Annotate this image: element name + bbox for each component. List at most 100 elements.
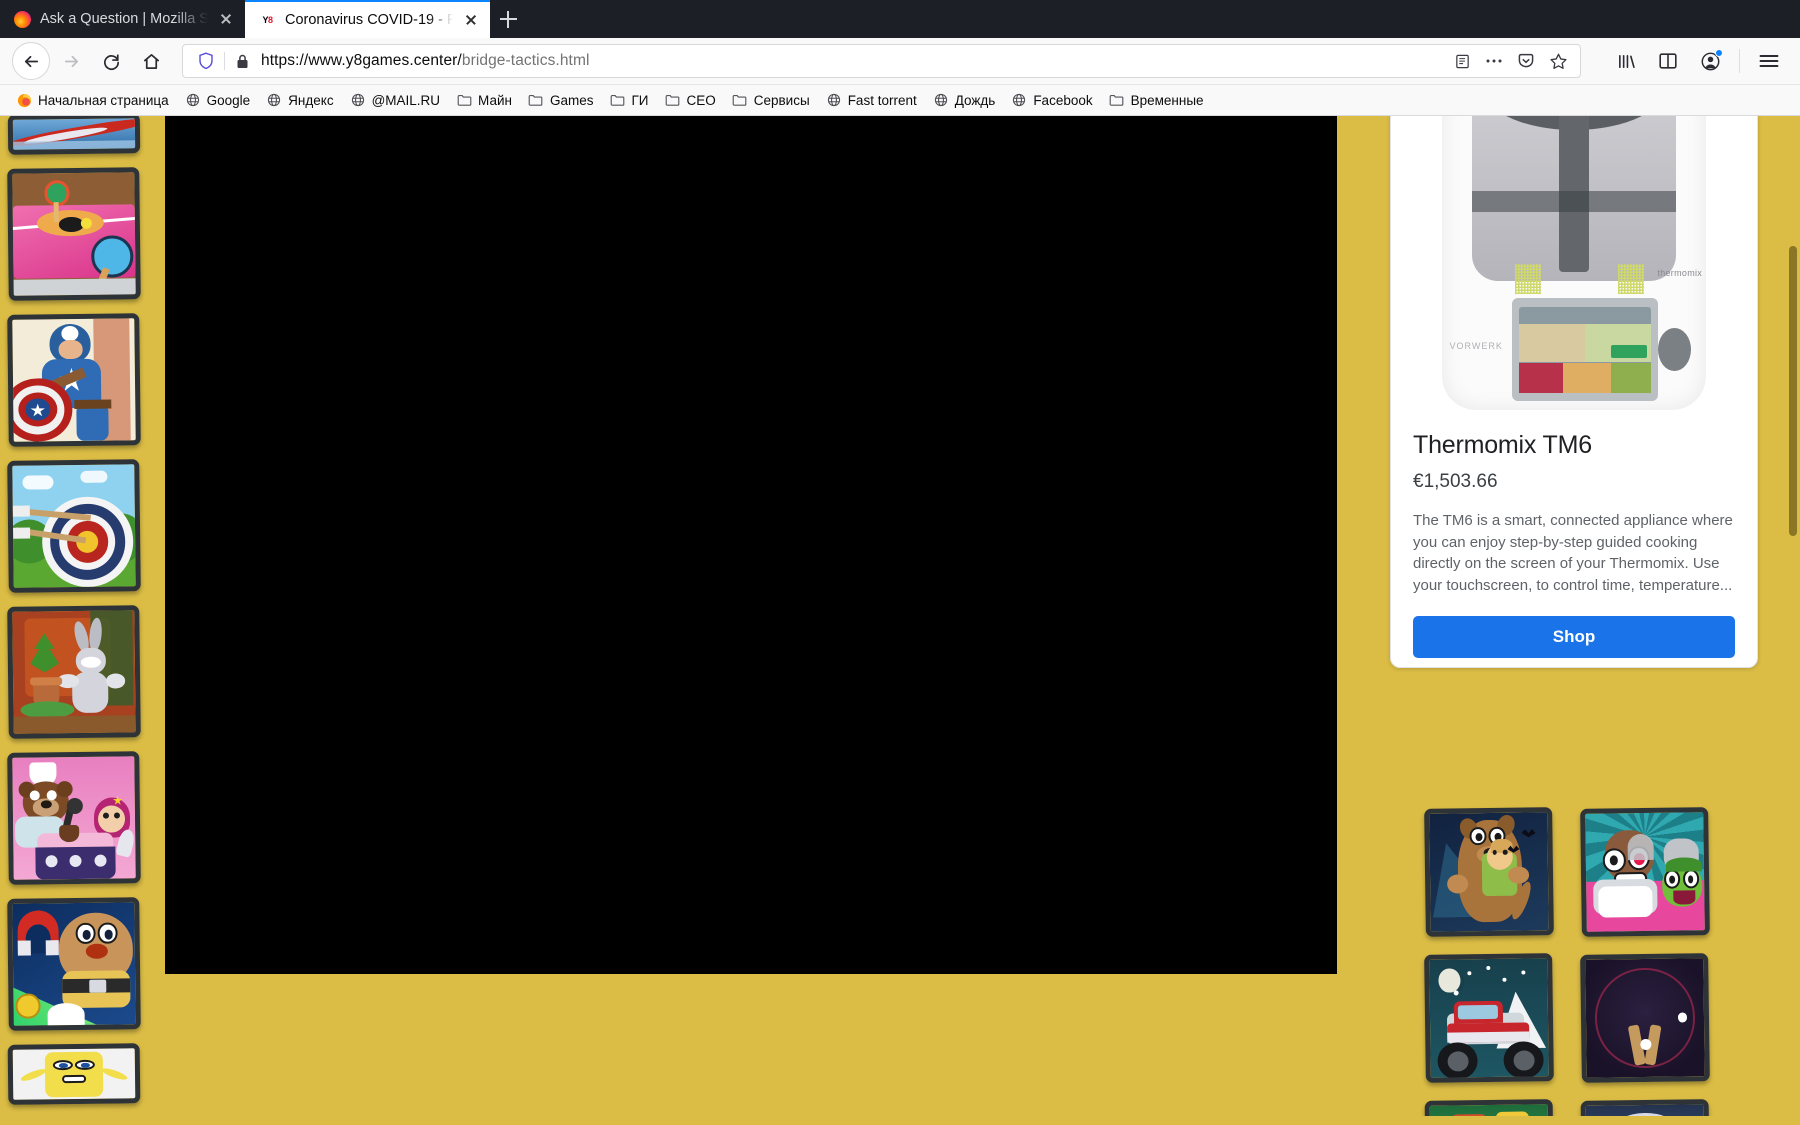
bookmark-label: CEO	[686, 92, 716, 108]
globe-icon	[933, 92, 949, 108]
back-button[interactable]	[12, 42, 50, 80]
product-image: thermomix VORWERK	[1391, 116, 1757, 427]
bookmark-item-yandex[interactable]: Яндекс	[258, 89, 341, 111]
bookmark-item-dozhd[interactable]: Дождь	[925, 89, 1004, 111]
bookmark-item-fast-torrent[interactable]: Fast torrent	[818, 89, 925, 111]
close-icon[interactable]	[462, 11, 480, 29]
toolbar-right-group	[1607, 42, 1788, 80]
globe-icon	[1011, 92, 1027, 108]
bookmark-folder-main[interactable]: Майн	[448, 89, 520, 111]
tab-coronavirus-covid19[interactable]: Y8 Coronavirus COVID-19 - Play Fr	[245, 0, 490, 38]
game-thumb-monster-truck[interactable]	[1424, 953, 1554, 1083]
bookmark-item-facebook[interactable]: Facebook	[1003, 89, 1100, 111]
game-thumb-masha-and-bear[interactable]	[7, 751, 141, 885]
bookmark-folder-gi[interactable]: ГИ	[601, 89, 656, 111]
advertisement-video-player[interactable]	[165, 116, 1337, 974]
reader-view-icon[interactable]	[1446, 46, 1478, 76]
hamburger-menu-icon[interactable]	[1750, 42, 1788, 80]
game-thumb-extra-left[interactable]	[1424, 1099, 1554, 1116]
page-scrollbar[interactable]	[1786, 116, 1800, 1116]
navigation-toolbar: https://www.y8games.center/bridge-tactic…	[0, 38, 1800, 85]
folder-icon	[732, 92, 748, 108]
bookmark-label: Сервисы	[753, 92, 810, 108]
game-thumb-stick-physics[interactable]	[1580, 953, 1710, 1083]
game-thumb-extra-right[interactable]	[1580, 1099, 1710, 1116]
bookmark-label: Google	[206, 92, 251, 108]
tab-strip: Ask a Question | Mozilla Suppor Y8 Coron…	[0, 0, 1800, 38]
close-icon[interactable]	[217, 10, 235, 28]
game-thumb-archery[interactable]	[7, 459, 141, 593]
account-avatar-icon[interactable]	[1691, 42, 1729, 80]
tab-mozilla-support[interactable]: Ask a Question | Mozilla Suppor	[0, 0, 245, 38]
firefox-icon	[14, 10, 31, 28]
browser-chrome: Ask a Question | Mozilla Suppor Y8 Coron…	[0, 0, 1800, 116]
bookmark-label: Fast torrent	[847, 92, 917, 108]
scrollbar-thumb[interactable]	[1789, 246, 1797, 536]
game-thumb-captain-america[interactable]	[7, 313, 141, 447]
bookmark-folder-games[interactable]: Games	[520, 89, 602, 111]
folder-icon	[456, 92, 472, 108]
right-game-thumbnail-grid	[1424, 807, 1725, 1116]
library-icon[interactable]	[1607, 42, 1645, 80]
sidebars-icon[interactable]	[1649, 42, 1687, 80]
bookmark-label: Games	[549, 92, 594, 108]
game-thumb-racing-boat[interactable]	[7, 116, 141, 155]
home-button[interactable]	[132, 42, 170, 80]
folder-icon	[1109, 92, 1125, 108]
url-text[interactable]: https://www.y8games.center/bridge-tactic…	[261, 52, 1446, 70]
tab-title: Coronavirus COVID-19 - Play Fr	[285, 12, 453, 28]
game-thumb-bugs-bunny[interactable]	[7, 605, 141, 739]
url-bar[interactable]: https://www.y8games.center/bridge-tactic…	[182, 44, 1581, 78]
url-suffix: bridge-tactics.html	[461, 52, 590, 69]
pocket-icon[interactable]	[1510, 46, 1542, 76]
product-ad-card[interactable]: thermomix VORWERK Thermomix TM6 €1,503.6…	[1390, 116, 1758, 668]
game-thumb-scooby-doo[interactable]	[1424, 807, 1554, 937]
bookmark-label: Facebook	[1033, 92, 1093, 108]
bookmark-label: Дождь	[954, 92, 996, 108]
bookmark-label: Майн	[478, 92, 512, 108]
bookmark-folder-services[interactable]: Сервисы	[724, 89, 818, 111]
bookmark-label: @MAIL.RU	[371, 92, 441, 108]
folder-icon	[528, 92, 544, 108]
product-ad-body: Thermomix TM6 €1,503.66 The TM6 is a sma…	[1391, 427, 1757, 667]
bookmark-label: Начальная страница	[38, 92, 169, 108]
bookmark-item-google[interactable]: Google	[177, 89, 259, 111]
product-description: The TM6 is a smart, connected appliance …	[1413, 512, 1733, 594]
bookmarks-toolbar: Начальная страница Google Яндекс @MAIL.R…	[0, 85, 1800, 116]
product-brand-mark: thermomix	[1657, 267, 1703, 278]
new-tab-button[interactable]	[490, 0, 526, 38]
game-thumb-table-tennis[interactable]	[7, 167, 141, 301]
bookmark-label: Временные	[1130, 92, 1204, 108]
shop-button[interactable]: Shop	[1413, 616, 1735, 658]
globe-icon	[266, 92, 282, 108]
bookmark-item-home-page[interactable]: Начальная страница	[8, 89, 177, 111]
account-notification-dot	[1715, 49, 1723, 57]
globe-icon	[185, 92, 201, 108]
bookmark-folder-temporary[interactable]: Временные	[1101, 89, 1212, 111]
url-divider	[224, 52, 225, 70]
forward-button[interactable]	[52, 42, 90, 80]
bookmark-folder-ceo[interactable]: CEO	[656, 89, 723, 111]
folder-icon	[664, 92, 680, 108]
product-price: €1,503.66	[1413, 471, 1498, 492]
product-title: Thermomix TM6	[1413, 431, 1592, 459]
game-thumb-magnet-gopher[interactable]	[7, 897, 141, 1031]
tracking-protection-shield-icon[interactable]	[195, 52, 217, 70]
bookmark-item-mailru[interactable]: @MAIL.RU	[342, 89, 448, 111]
globe-icon	[350, 92, 366, 108]
reload-button[interactable]	[92, 42, 130, 80]
firefox-icon	[16, 92, 32, 108]
url-prefix: https://www.y8games.center/	[261, 52, 462, 69]
page-actions-ellipsis-icon[interactable]	[1478, 46, 1510, 76]
bookmark-label: ГИ	[631, 92, 649, 108]
bookmark-star-icon[interactable]	[1542, 46, 1574, 76]
y8-icon: Y8	[259, 11, 276, 29]
padlock-icon[interactable]	[234, 54, 250, 69]
product-maker-mark: VORWERK	[1449, 341, 1503, 351]
game-thumb-spongebob[interactable]	[7, 1043, 141, 1105]
game-thumb-teen-titans[interactable]	[1580, 807, 1710, 937]
page-content: Wait for the end of the advertisement an…	[0, 116, 1800, 1116]
tab-title: Ask a Question | Mozilla Suppor	[40, 11, 208, 27]
left-game-thumbnail-rail	[7, 116, 148, 1116]
globe-icon	[826, 92, 842, 108]
